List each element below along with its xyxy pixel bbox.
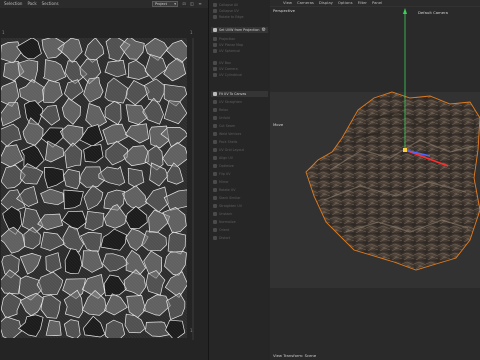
- tool-align[interactable]: Align UV: [211, 155, 268, 161]
- project-dropdown-value: Project: [155, 2, 167, 6]
- tool-icon: [213, 164, 217, 168]
- set-uvw-from-projection[interactable]: Set UVW from Projection ⚙: [211, 27, 268, 33]
- tool-flip[interactable]: Flip UV: [211, 171, 268, 177]
- tool-spherical[interactable]: UV Spherical: [211, 48, 268, 54]
- tool-icon: [213, 100, 217, 104]
- tool-cut-seam[interactable]: Cut Seam: [211, 123, 268, 129]
- tool-icon: [213, 204, 217, 208]
- uv-shell[interactable]: [167, 231, 186, 255]
- tool-icon: [213, 9, 217, 13]
- tool-optimize[interactable]: Optimize: [211, 163, 268, 169]
- uv-corner-top-right: 1: [190, 30, 193, 35]
- menu-selection[interactable]: Selection: [4, 1, 22, 6]
- tool-icon: [213, 196, 217, 200]
- tool-icon: [213, 61, 217, 65]
- tool-unfold[interactable]: Unfold: [211, 115, 268, 121]
- tool-weld[interactable]: Weld Vertices: [211, 131, 268, 137]
- tool-normalize[interactable]: Normalize: [211, 219, 268, 225]
- tool-rotate[interactable]: Rotate UV: [211, 187, 268, 193]
- tool-icon: [213, 67, 217, 71]
- tool-icon: [213, 37, 217, 41]
- tool-stack[interactable]: Stack Similar: [211, 195, 268, 201]
- tool-cylindrical[interactable]: UV Cylindrical: [211, 72, 268, 78]
- tool-icon: [213, 172, 217, 176]
- tool-relax[interactable]: Relax: [211, 107, 268, 113]
- uv-shells-svg: [1, 38, 187, 338]
- tool-icon: [213, 140, 217, 144]
- menu-pack[interactable]: Pack: [27, 1, 36, 6]
- tool-icon: [213, 124, 217, 128]
- tool-icon: [213, 108, 217, 112]
- tool-icon: [213, 220, 217, 224]
- tool-icon: [213, 228, 217, 232]
- tool-icon: [213, 212, 217, 216]
- terrain-scene: [305, 8, 480, 271]
- tool-icon: [213, 3, 217, 7]
- tool-rotate-edge[interactable]: Rotate to Edge: [211, 14, 268, 20]
- zoom-fit-icon[interactable]: ⊡: [181, 1, 187, 7]
- tool-icon: [213, 49, 217, 53]
- tool-icon: [213, 116, 217, 120]
- uv-tools-panel: Collapse All Collapse UV Rotate to Edge …: [208, 0, 271, 360]
- view-transform-status: View Transform: Scene: [273, 353, 317, 358]
- lock-icon[interactable]: ◫: [189, 1, 195, 7]
- uv-layout-canvas[interactable]: [1, 38, 187, 338]
- gizmo-center: [403, 148, 407, 152]
- menu-sections[interactable]: Sections: [42, 1, 59, 6]
- tool-icon: [213, 156, 217, 160]
- tool-grid-layout[interactable]: UV Grid Layout: [211, 147, 268, 153]
- menu-icon[interactable]: ≡: [197, 1, 203, 7]
- uv-scrollbar[interactable]: [190, 38, 196, 340]
- gear-icon[interactable]: ⚙: [262, 27, 266, 33]
- uv-corner-top-left: 1: [2, 30, 5, 35]
- fit-uv-to-canvas[interactable]: Fit UV To Canvas: [211, 91, 268, 97]
- tool-icon: [213, 236, 217, 240]
- fit-icon: [213, 92, 217, 96]
- projection-icon: [213, 28, 217, 32]
- tool-pack[interactable]: Pack Shells: [211, 139, 268, 145]
- tool-straighten-uv[interactable]: Straighten UV: [211, 203, 268, 209]
- viewport-3d[interactable]: View Cameras Display Options Filter Pane…: [270, 0, 480, 360]
- tool-icon: [213, 132, 217, 136]
- tool-straighten[interactable]: UV Straighten: [211, 99, 268, 105]
- uv-editor-panel: 1 1 1: [0, 8, 208, 360]
- tool-distort[interactable]: Distort: [211, 235, 268, 241]
- terrain-mesh: [305, 91, 480, 271]
- tool-icon: [213, 188, 217, 192]
- tool-icon: [213, 73, 217, 77]
- tool-icon: [213, 15, 217, 19]
- chevron-down-icon: ▾: [174, 2, 176, 6]
- project-dropdown[interactable]: Project ▾: [152, 1, 178, 7]
- gizmo-y-arrow: [403, 8, 407, 14]
- tool-unstack[interactable]: Unstack: [211, 211, 268, 217]
- tool-icon: [213, 43, 217, 47]
- uv-editor-menu: Selection Pack Sections: [4, 1, 59, 6]
- uv-shell[interactable]: [63, 168, 81, 190]
- tool-icon: [213, 180, 217, 184]
- tool-icon: [213, 148, 217, 152]
- tool-orient[interactable]: Orient: [211, 227, 268, 233]
- tool-mirror[interactable]: Mirror: [211, 179, 268, 185]
